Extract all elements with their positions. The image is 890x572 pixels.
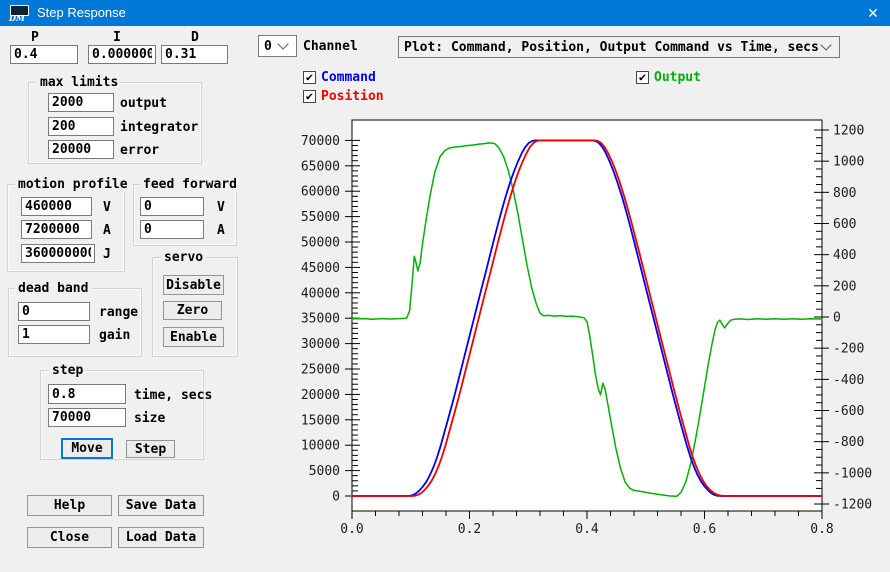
step-title: step <box>49 364 86 378</box>
step-time-input[interactable] <box>48 384 126 404</box>
ff-accel-label: A <box>217 223 225 238</box>
svg-text:0: 0 <box>332 490 340 505</box>
svg-text:0: 0 <box>833 311 841 326</box>
help-button[interactable]: Help <box>27 495 112 516</box>
svg-text:-200: -200 <box>833 342 864 357</box>
step-size-input[interactable] <box>48 408 126 427</box>
svg-text:55000: 55000 <box>301 210 340 225</box>
svg-text:-1000: -1000 <box>833 466 872 481</box>
accel-label: A <box>103 223 111 238</box>
svg-text:30000: 30000 <box>301 337 340 352</box>
dead-band-group <box>8 288 142 357</box>
channel-select[interactable]: 0 <box>258 35 297 57</box>
app-icon: DM <box>8 4 31 22</box>
svg-text:15000: 15000 <box>301 413 340 428</box>
servo-title: servo <box>161 251 206 265</box>
ff-velocity-input[interactable] <box>140 197 204 216</box>
max-output-input[interactable] <box>48 93 114 112</box>
svg-text:800: 800 <box>833 186 856 201</box>
step-time-label: time, secs <box>134 388 212 403</box>
svg-text:5000: 5000 <box>309 464 340 479</box>
p-input[interactable] <box>10 45 78 64</box>
feed-forward-title: feed forward <box>140 178 240 192</box>
svg-text:-400: -400 <box>833 373 864 388</box>
position-checkbox[interactable]: ✔ <box>303 90 316 103</box>
position-checkbox-label: Position <box>321 89 384 104</box>
max-limits-title: max limits <box>37 76 121 90</box>
disable-button[interactable]: Disable <box>163 275 224 295</box>
velocity-label: V <box>103 200 111 215</box>
ff-accel-input[interactable] <box>140 220 204 239</box>
svg-text:-800: -800 <box>833 435 864 450</box>
svg-text:70000: 70000 <box>301 134 340 149</box>
output-checkbox[interactable]: ✔ <box>636 71 649 84</box>
chevron-down-icon <box>820 39 831 50</box>
svg-text:35000: 35000 <box>301 312 340 327</box>
load-data-button[interactable]: Load Data <box>118 527 204 548</box>
svg-text:0.2: 0.2 <box>458 522 481 537</box>
title-bar: DM Step Response ✕ <box>0 0 890 26</box>
max-error-label: error <box>120 143 159 158</box>
close-button[interactable]: Close <box>27 527 112 548</box>
svg-text:50000: 50000 <box>301 236 340 251</box>
svg-text:65000: 65000 <box>301 159 340 174</box>
move-button[interactable]: Move <box>61 438 113 459</box>
svg-text:25000: 25000 <box>301 363 340 378</box>
window-title: Step Response <box>37 5 126 20</box>
d-input[interactable] <box>161 45 228 64</box>
d-label: D <box>191 30 199 45</box>
range-input[interactable] <box>18 302 90 321</box>
svg-text:40000: 40000 <box>301 286 340 301</box>
step-response-dialog: { "window": { "title": "Step Response", … <box>0 0 890 572</box>
svg-text:45000: 45000 <box>301 261 340 276</box>
chevron-down-icon <box>277 38 288 49</box>
step-size-label: size <box>134 411 165 426</box>
svg-text:10000: 10000 <box>301 439 340 454</box>
svg-text:200: 200 <box>833 279 856 294</box>
i-input[interactable] <box>88 45 156 64</box>
step-button[interactable]: Step <box>126 440 175 458</box>
svg-text:0.6: 0.6 <box>693 522 716 537</box>
enable-button[interactable]: Enable <box>163 327 224 347</box>
ff-velocity-label: V <box>217 200 225 215</box>
svg-text:60000: 60000 <box>301 185 340 200</box>
svg-text:1000: 1000 <box>833 155 864 170</box>
max-integrator-label: integrator <box>120 120 198 135</box>
max-output-label: output <box>120 96 167 111</box>
motion-profile-title: motion profile <box>15 178 131 192</box>
command-checkbox-label: Command <box>321 70 376 85</box>
output-checkbox-label: Output <box>654 70 701 85</box>
svg-text:600: 600 <box>833 217 856 232</box>
jerk-input[interactable] <box>21 244 95 263</box>
svg-text:-600: -600 <box>833 404 864 419</box>
svg-text:20000: 20000 <box>301 388 340 403</box>
jerk-label: J <box>103 247 111 262</box>
close-icon[interactable]: ✕ <box>856 0 890 26</box>
max-error-input[interactable] <box>48 140 114 159</box>
accel-input[interactable] <box>21 220 92 239</box>
svg-text:400: 400 <box>833 248 856 263</box>
svg-text:0.8: 0.8 <box>810 522 833 537</box>
velocity-input[interactable] <box>21 197 92 216</box>
range-label: range <box>99 305 138 320</box>
plot-select[interactable]: Plot: Command, Position, Output Command … <box>398 36 840 58</box>
p-label: P <box>31 30 39 45</box>
dead-band-title: dead band <box>15 282 91 296</box>
svg-text:0.0: 0.0 <box>340 522 363 537</box>
zero-button[interactable]: Zero <box>163 301 222 320</box>
svg-text:1200: 1200 <box>833 124 864 139</box>
gain-input[interactable] <box>18 325 90 344</box>
channel-label: Channel <box>303 39 358 54</box>
save-data-button[interactable]: Save Data <box>118 495 204 516</box>
svg-text:0.4: 0.4 <box>575 522 599 537</box>
gain-label: gain <box>99 328 130 343</box>
command-checkbox[interactable]: ✔ <box>303 71 316 84</box>
i-label: I <box>113 30 121 45</box>
svg-text:-1200: -1200 <box>833 498 872 513</box>
step-response-chart: 0500010000150002000025000300003500040000… <box>280 112 880 560</box>
max-integrator-input[interactable] <box>48 117 114 136</box>
